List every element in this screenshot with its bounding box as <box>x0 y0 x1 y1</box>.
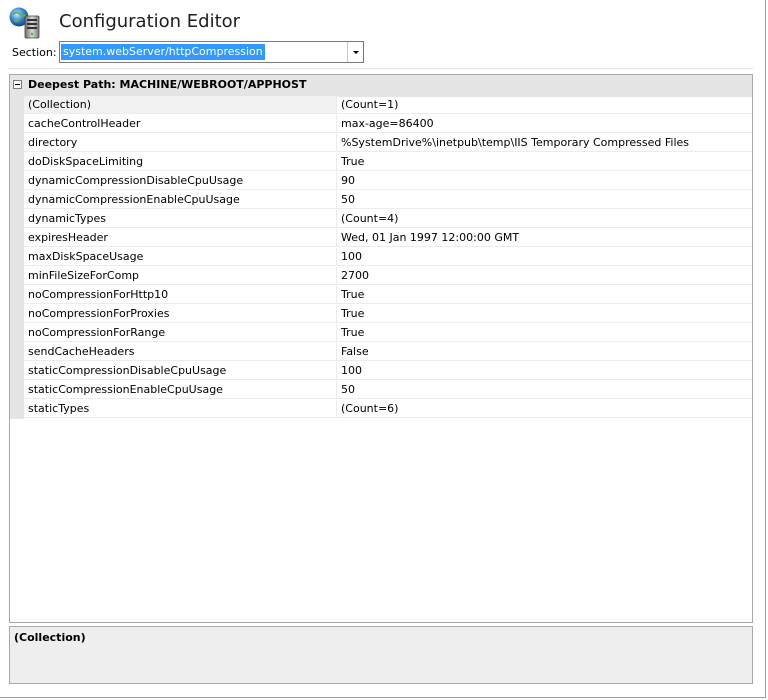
property-name[interactable]: dynamicTypes <box>24 210 337 228</box>
chevron-down-icon <box>353 51 359 54</box>
property-value[interactable]: False <box>337 343 752 361</box>
property-value[interactable]: True <box>337 286 752 304</box>
property-row[interactable]: noCompressionForRange True <box>10 324 752 343</box>
globe-server-icon <box>9 7 40 39</box>
property-value[interactable]: Wed, 01 Jan 1997 12:00:00 GMT <box>337 229 752 247</box>
row-gutter <box>10 400 24 419</box>
divider <box>8 68 753 69</box>
property-name[interactable]: staticTypes <box>24 400 337 418</box>
property-name[interactable]: dynamicCompressionDisableCpuUsage <box>24 172 337 190</box>
property-row[interactable]: staticTypes (Count=6) <box>10 400 752 419</box>
property-grid-category[interactable]: Deepest Path: MACHINE/WEBROOT/APPHOST <box>10 75 752 97</box>
row-gutter <box>10 96 24 115</box>
row-gutter <box>10 248 24 267</box>
row-gutter <box>10 324 24 343</box>
row-gutter <box>10 343 24 362</box>
property-name[interactable]: staticCompressionDisableCpuUsage <box>24 362 337 380</box>
row-gutter <box>10 286 24 305</box>
section-dropdown-button[interactable] <box>347 42 363 62</box>
property-row[interactable]: dynamicTypes (Count=4) <box>10 210 752 229</box>
property-name[interactable]: dynamicCompressionEnableCpuUsage <box>24 191 337 209</box>
property-row[interactable]: doDiskSpaceLimiting True <box>10 153 752 172</box>
property-grid[interactable]: Deepest Path: MACHINE/WEBROOT/APPHOST (C… <box>9 74 753 623</box>
property-name[interactable]: maxDiskSpaceUsage <box>24 248 337 266</box>
property-value[interactable]: (Count=4) <box>337 210 752 228</box>
property-value[interactable]: (Count=6) <box>337 400 752 418</box>
property-row[interactable]: minFileSizeForComp 2700 <box>10 267 752 286</box>
row-gutter <box>10 229 24 248</box>
description-pane: (Collection) <box>9 626 753 684</box>
property-row[interactable]: (Collection) (Count=1) <box>10 96 752 115</box>
property-row[interactable]: dynamicCompressionDisableCpuUsage 90 <box>10 172 752 191</box>
description-title: (Collection) <box>14 631 86 644</box>
property-value[interactable]: 100 <box>337 248 752 266</box>
section-dropdown-value[interactable]: system.webServer/httpCompression <box>61 44 265 60</box>
row-gutter <box>10 153 24 172</box>
property-name[interactable]: staticCompressionEnableCpuUsage <box>24 381 337 399</box>
property-name[interactable]: noCompressionForRange <box>24 324 337 342</box>
property-row[interactable]: dynamicCompressionEnableCpuUsage 50 <box>10 191 752 210</box>
property-value[interactable]: True <box>337 305 752 323</box>
row-gutter <box>10 267 24 286</box>
row-gutter <box>10 210 24 229</box>
property-value[interactable]: True <box>337 324 752 342</box>
property-value[interactable]: 2700 <box>337 267 752 285</box>
collapse-icon[interactable] <box>13 80 22 89</box>
property-value[interactable]: 50 <box>337 381 752 399</box>
property-value[interactable]: 100 <box>337 362 752 380</box>
section-label: Section: <box>12 46 57 59</box>
row-gutter <box>10 134 24 153</box>
section-dropdown[interactable]: system.webServer/httpCompression <box>59 41 364 63</box>
property-row[interactable]: noCompressionForProxies True <box>10 305 752 324</box>
property-name[interactable]: (Collection) <box>24 96 337 114</box>
property-name[interactable]: sendCacheHeaders <box>24 343 337 361</box>
property-row[interactable]: directory %SystemDrive%\inetpub\temp\IIS … <box>10 134 752 153</box>
property-row[interactable]: cacheControlHeader max-age=86400 <box>10 115 752 134</box>
property-value[interactable]: True <box>337 153 752 171</box>
section-selector-row: Section: system.webServer/httpCompressio… <box>12 40 752 64</box>
property-name[interactable]: noCompressionForHttp10 <box>24 286 337 304</box>
property-name[interactable]: minFileSizeForComp <box>24 267 337 285</box>
property-name[interactable]: directory <box>24 134 337 152</box>
property-value[interactable]: max-age=86400 <box>337 115 752 133</box>
property-row[interactable]: sendCacheHeaders False <box>10 343 752 362</box>
property-row[interactable]: noCompressionForHttp10 True <box>10 286 752 305</box>
property-name[interactable]: expiresHeader <box>24 229 337 247</box>
property-name[interactable]: cacheControlHeader <box>24 115 337 133</box>
row-gutter <box>10 115 24 134</box>
property-row[interactable]: expiresHeader Wed, 01 Jan 1997 12:00:00 G… <box>10 229 752 248</box>
row-gutter <box>10 381 24 400</box>
property-row[interactable]: staticCompressionEnableCpuUsage 50 <box>10 381 752 400</box>
property-row[interactable]: staticCompressionDisableCpuUsage 100 <box>10 362 752 381</box>
property-name[interactable]: noCompressionForProxies <box>24 305 337 323</box>
row-gutter <box>10 191 24 210</box>
property-name[interactable]: doDiskSpaceLimiting <box>24 153 337 171</box>
property-value[interactable]: %SystemDrive%\inetpub\temp\IIS Temporary… <box>337 134 752 152</box>
property-value[interactable]: 50 <box>337 191 752 209</box>
row-gutter <box>10 172 24 191</box>
row-gutter <box>10 362 24 381</box>
property-grid-rows: (Collection) (Count=1) cacheControlHeader m… <box>10 96 752 419</box>
page-title: Configuration Editor <box>59 11 241 32</box>
category-label: Deepest Path: MACHINE/WEBROOT/APPHOST <box>28 78 307 91</box>
property-value[interactable]: 90 <box>337 172 752 190</box>
row-gutter <box>10 305 24 324</box>
property-value[interactable]: (Count=1) <box>337 96 752 114</box>
property-row[interactable]: maxDiskSpaceUsage 100 <box>10 248 752 267</box>
page-header: Configuration Editor <box>8 6 748 40</box>
